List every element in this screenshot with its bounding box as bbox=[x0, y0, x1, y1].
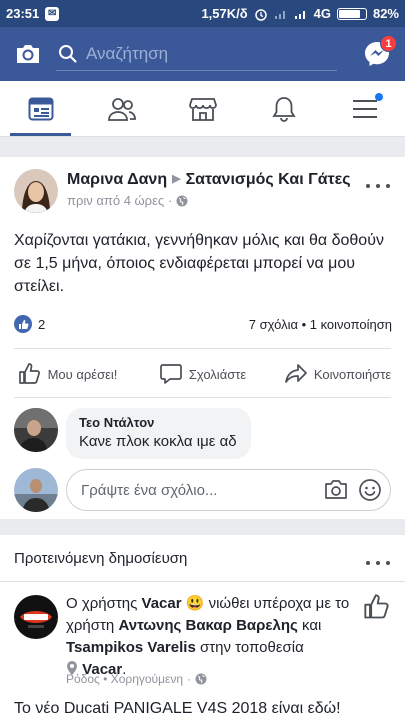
battery-percent: 82% bbox=[372, 6, 399, 21]
top-bar: 1 bbox=[0, 27, 405, 81]
post-stats[interactable]: 7 σχόλια • 1 κοινοποίηση bbox=[249, 317, 392, 332]
group-arrow-icon: ▶ bbox=[172, 173, 181, 185]
post-actions: Μου αρέσει! Σχολιάστε Κοινοποιήστε bbox=[0, 357, 405, 391]
messenger-badge: 1 bbox=[380, 35, 397, 52]
thumbs-up-icon bbox=[18, 363, 40, 384]
status-bar: 23:51 ✉ 1,57K/δ 4G 82% bbox=[0, 0, 405, 27]
status-time: 23:51 bbox=[6, 6, 40, 21]
suggested-post-card: Προτεινόμενη δημοσίευση Ο χρήστης Vacar … bbox=[0, 535, 405, 720]
search-bar[interactable] bbox=[56, 37, 337, 71]
emoji-icon[interactable] bbox=[358, 478, 382, 502]
feeling-emoji-icon: 😃 bbox=[185, 595, 205, 612]
suggested-more-button[interactable] bbox=[366, 556, 390, 570]
notifications-icon bbox=[271, 96, 296, 122]
suggested-post-text: Το νέο Ducati PANIGALE V4S 2018 είναι εδ… bbox=[14, 700, 341, 717]
like-count[interactable]: 2 bbox=[14, 315, 45, 333]
news-feed-icon bbox=[28, 97, 53, 120]
signal-sim1-icon bbox=[274, 10, 285, 19]
messenger-button[interactable]: 1 bbox=[349, 27, 405, 81]
activity-tagged-2[interactable]: Tsampikos Varelis bbox=[66, 639, 196, 656]
battery-icon bbox=[336, 7, 367, 20]
suggested-meta-text: Ρόδος • Χορηγούμενη bbox=[66, 672, 184, 686]
alarm-icon bbox=[254, 8, 267, 21]
menu-icon bbox=[352, 99, 377, 118]
friends-icon bbox=[107, 97, 136, 121]
search-input[interactable] bbox=[86, 43, 337, 64]
tab-marketplace[interactable] bbox=[162, 81, 243, 136]
activity-prefix: Ο χρήστης bbox=[66, 595, 142, 612]
post-card: Μαρινα Δανη ▶ Σατανισμός Και Γάτες πριν απ… bbox=[0, 157, 405, 519]
globe-icon bbox=[176, 195, 188, 206]
activity-and: και bbox=[297, 617, 322, 634]
globe-icon bbox=[195, 673, 207, 685]
camera-icon bbox=[17, 45, 39, 63]
tab-menu[interactable] bbox=[324, 81, 405, 136]
post-more-button[interactable] bbox=[366, 179, 390, 193]
meta-separator: · bbox=[187, 672, 192, 686]
suggested-post-title: Προτεινόμενη δημοσίευση bbox=[14, 550, 188, 567]
post-text: Χαρίζονται γατάκια, γεννήθηκαν μόλις και… bbox=[14, 232, 384, 295]
meta-separator: · bbox=[168, 193, 173, 208]
tab-notifications[interactable] bbox=[243, 81, 324, 136]
post-author-name[interactable]: Μαρινα Δανη bbox=[67, 171, 167, 188]
activity-user[interactable]: Vacar bbox=[142, 595, 182, 612]
menu-notification-dot bbox=[375, 93, 383, 101]
signal-sim2-icon bbox=[294, 10, 305, 19]
tab-bar bbox=[0, 81, 405, 137]
write-comment-box[interactable] bbox=[66, 469, 391, 511]
share-icon bbox=[285, 364, 307, 383]
network-speed: 1,57K/δ bbox=[201, 6, 248, 21]
marketplace-icon bbox=[188, 97, 217, 121]
comment-text: Κανε πλοκ κοκλα ιμε αδ bbox=[79, 433, 237, 450]
suggested-activity: Ο χρήστης Vacar 😃 νιώθει υπέροχα με το χ… bbox=[66, 593, 356, 681]
vacar-logo-avatar[interactable] bbox=[14, 595, 58, 639]
current-user-avatar bbox=[14, 468, 58, 512]
comment-input[interactable] bbox=[81, 481, 324, 499]
network-type: 4G bbox=[313, 6, 331, 21]
post-header: Μαρινα Δανη ▶ Σατανισμός Και Γάτες bbox=[67, 171, 351, 189]
divider bbox=[0, 581, 405, 582]
activity-tagged-1[interactable]: Αντωνης Βακαρ Βαρελης bbox=[118, 617, 297, 634]
like-page-button[interactable] bbox=[363, 593, 391, 621]
author-avatar[interactable] bbox=[14, 169, 58, 213]
comment-author[interactable]: Τεο Ντάλτον bbox=[79, 415, 237, 430]
share-button[interactable]: Κοινοποιήστε bbox=[270, 357, 405, 391]
tab-friends[interactable] bbox=[81, 81, 162, 136]
like-button[interactable]: Μου αρέσει! bbox=[0, 357, 135, 391]
comment-button-label: Σχολιάστε bbox=[188, 366, 247, 382]
messenger-notification-icon: ✉ bbox=[45, 6, 60, 21]
tab-news-feed[interactable] bbox=[0, 81, 81, 136]
camera-button[interactable] bbox=[0, 27, 56, 81]
like-reaction-icon bbox=[14, 315, 32, 333]
photo-camera-icon[interactable] bbox=[324, 479, 348, 501]
commenter-avatar[interactable] bbox=[14, 408, 58, 452]
post-meta: πριν από 4 ώρες · bbox=[67, 193, 188, 208]
activity-at: στην τοποθεσία bbox=[195, 639, 304, 656]
share-button-label: Κοινοποιήστε bbox=[313, 366, 392, 382]
post-time[interactable]: πριν από 4 ώρες bbox=[67, 193, 164, 208]
post-group-name[interactable]: Σατανισμός Και Γάτες bbox=[186, 171, 351, 188]
divider bbox=[14, 348, 391, 349]
comment-button[interactable]: Σχολιάστε bbox=[135, 357, 270, 391]
search-icon bbox=[59, 44, 77, 63]
like-button-label: Μου αρέσει! bbox=[47, 366, 118, 382]
comment-bubble[interactable]: Τεο Ντάλτον Κανε πλοκ κοκλα ιμε αδ bbox=[66, 408, 251, 459]
suggested-meta: Ρόδος • Χορηγούμενη · bbox=[66, 672, 207, 686]
divider bbox=[14, 397, 391, 398]
like-count-value: 2 bbox=[38, 316, 46, 332]
comment-icon bbox=[159, 364, 182, 384]
